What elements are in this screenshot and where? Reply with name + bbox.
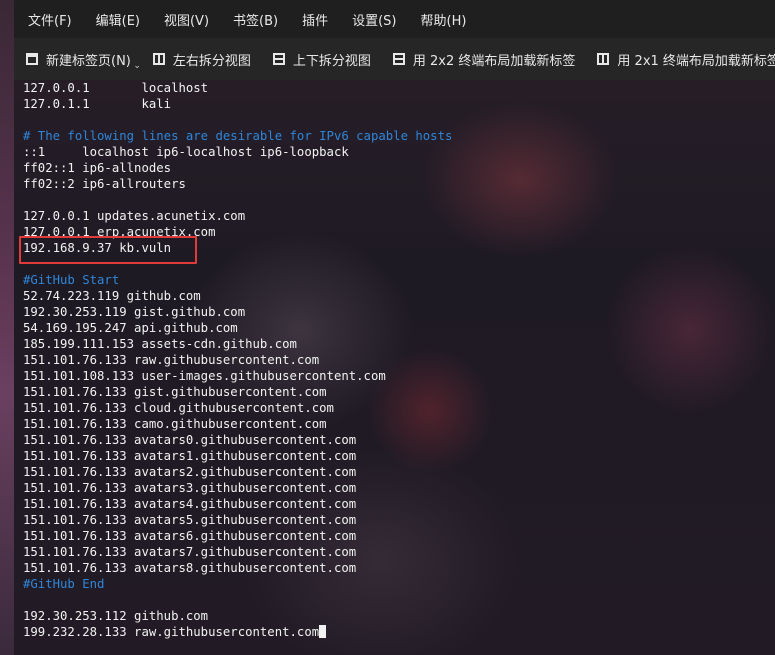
terminal-line-text: ::1 localhost ip6-localhost ip6-loopback <box>23 145 349 159</box>
terminal-line-text: ff02::1 ip6-allnodes <box>23 161 172 175</box>
terminal-line: 151.101.76.133 avatars1.githubuserconten… <box>23 448 775 464</box>
layout-2x1-label: 用 2x1 终端布局加载新标签 <box>617 53 775 69</box>
terminal-line: 127.0.1.1 kali <box>23 96 775 112</box>
layout-2x2-icon <box>392 53 405 65</box>
terminal-line: 192.30.253.112 github.com <box>23 608 775 624</box>
menu-plugins[interactable]: 插件 <box>290 10 340 29</box>
terminal-line-text: 127.0.0.1 updates.acunetix.com <box>23 209 246 223</box>
new-tab-icon <box>26 53 38 65</box>
terminal-line: 151.101.76.133 raw.githubusercontent.com <box>23 352 775 368</box>
terminal-line: 151.101.76.133 avatars5.githubuserconten… <box>23 512 775 528</box>
terminal-line-text: 151.101.76.133 avatars3.githubuserconten… <box>23 481 357 495</box>
split-top-bottom-button[interactable]: 上下拆分视图 <box>261 38 381 80</box>
highlight-annotation-box <box>19 236 197 264</box>
layout-2x1-button[interactable]: 用 2x1 终端布局加载新标签 <box>585 38 775 80</box>
menu-help[interactable]: 帮助(H) <box>409 10 479 29</box>
terminal-line: ff02::2 ip6-allrouters <box>23 176 775 192</box>
split-horizontal-icon <box>272 53 285 65</box>
new-tab-button[interactable]: 新建标签页(N) ⌄ <box>14 38 141 80</box>
terminal-line-text: 151.101.76.133 avatars2.githubuserconten… <box>23 465 357 479</box>
terminal-line-text: 151.101.76.133 raw.githubusercontent.com <box>23 353 320 367</box>
terminal-line: ::1 localhost ip6-localhost ip6-loopback <box>23 144 775 160</box>
layout-2x2-button[interactable]: 用 2x2 终端布局加载新标签 <box>381 38 586 80</box>
terminal-line: 151.101.76.133 avatars6.githubuserconten… <box>23 528 775 544</box>
terminal-line: 151.101.76.133 avatars7.githubuserconten… <box>23 544 775 560</box>
menu-file[interactable]: 文件(F) <box>14 10 84 29</box>
terminal-line-text: 151.101.76.133 avatars8.githubuserconten… <box>23 561 357 575</box>
terminal-line-text: #GitHub Start <box>23 273 120 287</box>
desktop-edge <box>0 0 14 655</box>
terminal-line-text: 151.101.76.133 avatars5.githubuserconten… <box>23 513 357 527</box>
terminal-line-text: 151.101.76.133 camo.githubusercontent.co… <box>23 417 327 431</box>
terminal-line: 151.101.76.133 cloud.githubusercontent.c… <box>23 400 775 416</box>
terminal-line: 151.101.76.133 avatars4.githubuserconten… <box>23 496 775 512</box>
split-top-bottom-label: 上下拆分视图 <box>292 53 371 69</box>
terminal-line-text: 151.101.76.133 gist.githubusercontent.co… <box>23 385 327 399</box>
split-left-right-label: 左右拆分视图 <box>172 53 251 69</box>
terminal-line-text: 192.30.253.112 github.com <box>23 609 209 623</box>
terminal-line: 127.0.0.1 updates.acunetix.com <box>23 208 775 224</box>
terminal-line-text: 151.101.108.133 user-images.githubuserco… <box>23 369 386 383</box>
terminal-line-text: 151.101.76.133 avatars0.githubuserconten… <box>23 433 357 447</box>
terminal-line: 199.232.28.133 raw.githubusercontent.com <box>23 624 775 640</box>
terminal-line: 151.101.108.133 user-images.githubuserco… <box>23 368 775 384</box>
terminal-line-text: # The following lines are desirable for … <box>23 129 453 143</box>
terminal-line: 151.101.76.133 gist.githubusercontent.co… <box>23 384 775 400</box>
terminal-line: 185.199.111.153 assets-cdn.github.com <box>23 336 775 352</box>
terminal-line-text: 151.101.76.133 avatars6.githubuserconten… <box>23 529 357 543</box>
terminal-line: 151.101.76.133 avatars3.githubuserconten… <box>23 480 775 496</box>
layout-2x2-label: 用 2x2 终端布局加载新标签 <box>412 53 576 69</box>
menu-view[interactable]: 视图(V) <box>152 10 221 29</box>
toolbar: 新建标签页(N) ⌄ 左右拆分视图 上下拆分视图 用 2x2 终端布局加载新标签… <box>14 38 775 80</box>
split-left-right-button[interactable]: 左右拆分视图 <box>141 38 261 80</box>
terminal-line-text: #GitHub End <box>23 577 105 591</box>
terminal-line-text: 127.0.1.1 kali <box>23 97 172 111</box>
terminal-line-text: 151.101.76.133 avatars1.githubuserconten… <box>23 449 357 463</box>
terminal-comment-line: # The following lines are desirable for … <box>23 128 775 144</box>
terminal-line: 151.101.76.133 avatars0.githubuserconten… <box>23 432 775 448</box>
terminal-line: ff02::1 ip6-allnodes <box>23 160 775 176</box>
menu-edit[interactable]: 编辑(E) <box>84 10 152 29</box>
terminal-line: 52.74.223.119 github.com <box>23 288 775 304</box>
menu-bookmarks[interactable]: 书签(B) <box>221 10 290 29</box>
layout-2x1-icon <box>597 53 610 65</box>
terminal-line-text: 52.74.223.119 github.com <box>23 289 201 303</box>
terminal-line-text: 54.169.195.247 api.github.com <box>23 321 238 335</box>
terminal-line: 127.0.0.1 localhost <box>23 80 775 96</box>
terminal-line-text: 127.0.0.1 localhost <box>23 81 209 95</box>
terminal-line: 151.101.76.133 avatars8.githubuserconten… <box>23 560 775 576</box>
terminal-line: 151.101.76.133 avatars2.githubuserconten… <box>23 464 775 480</box>
terminal-line: 54.169.195.247 api.github.com <box>23 320 775 336</box>
terminal-line-text: 151.101.76.133 avatars7.githubuserconten… <box>23 545 357 559</box>
terminal-line-text: 199.232.28.133 raw.githubusercontent.com <box>23 625 320 639</box>
terminal-line-text: 192.30.253.119 gist.github.com <box>23 305 246 319</box>
terminal-line: 151.101.76.133 camo.githubusercontent.co… <box>23 416 775 432</box>
terminal-line: 192.30.253.119 gist.github.com <box>23 304 775 320</box>
chevron-down-icon[interactable]: ⌄ <box>133 61 141 71</box>
terminal-line-text: 151.101.76.133 avatars4.githubuserconten… <box>23 497 357 511</box>
terminal-line-text: 185.199.111.153 assets-cdn.github.com <box>23 337 297 351</box>
split-vertical-icon <box>152 53 165 65</box>
terminal-output[interactable]: 127.0.0.1 localhost 127.0.1.1 kali # The f… <box>14 80 775 655</box>
terminal-comment-line: #GitHub Start <box>23 272 775 288</box>
menu-settings[interactable]: 设置(S) <box>340 10 408 29</box>
text-cursor <box>319 625 327 638</box>
menu-bar: 文件(F) 编辑(E) 视图(V) 书签(B) 插件 设置(S) 帮助(H) <box>14 0 775 38</box>
terminal-line-text: ff02::2 ip6-allrouters <box>23 177 186 191</box>
new-tab-label: 新建标签页(N) <box>46 53 131 69</box>
terminal-comment-line: #GitHub End <box>23 576 775 592</box>
terminal-line-text: 151.101.76.133 cloud.githubusercontent.c… <box>23 401 334 415</box>
